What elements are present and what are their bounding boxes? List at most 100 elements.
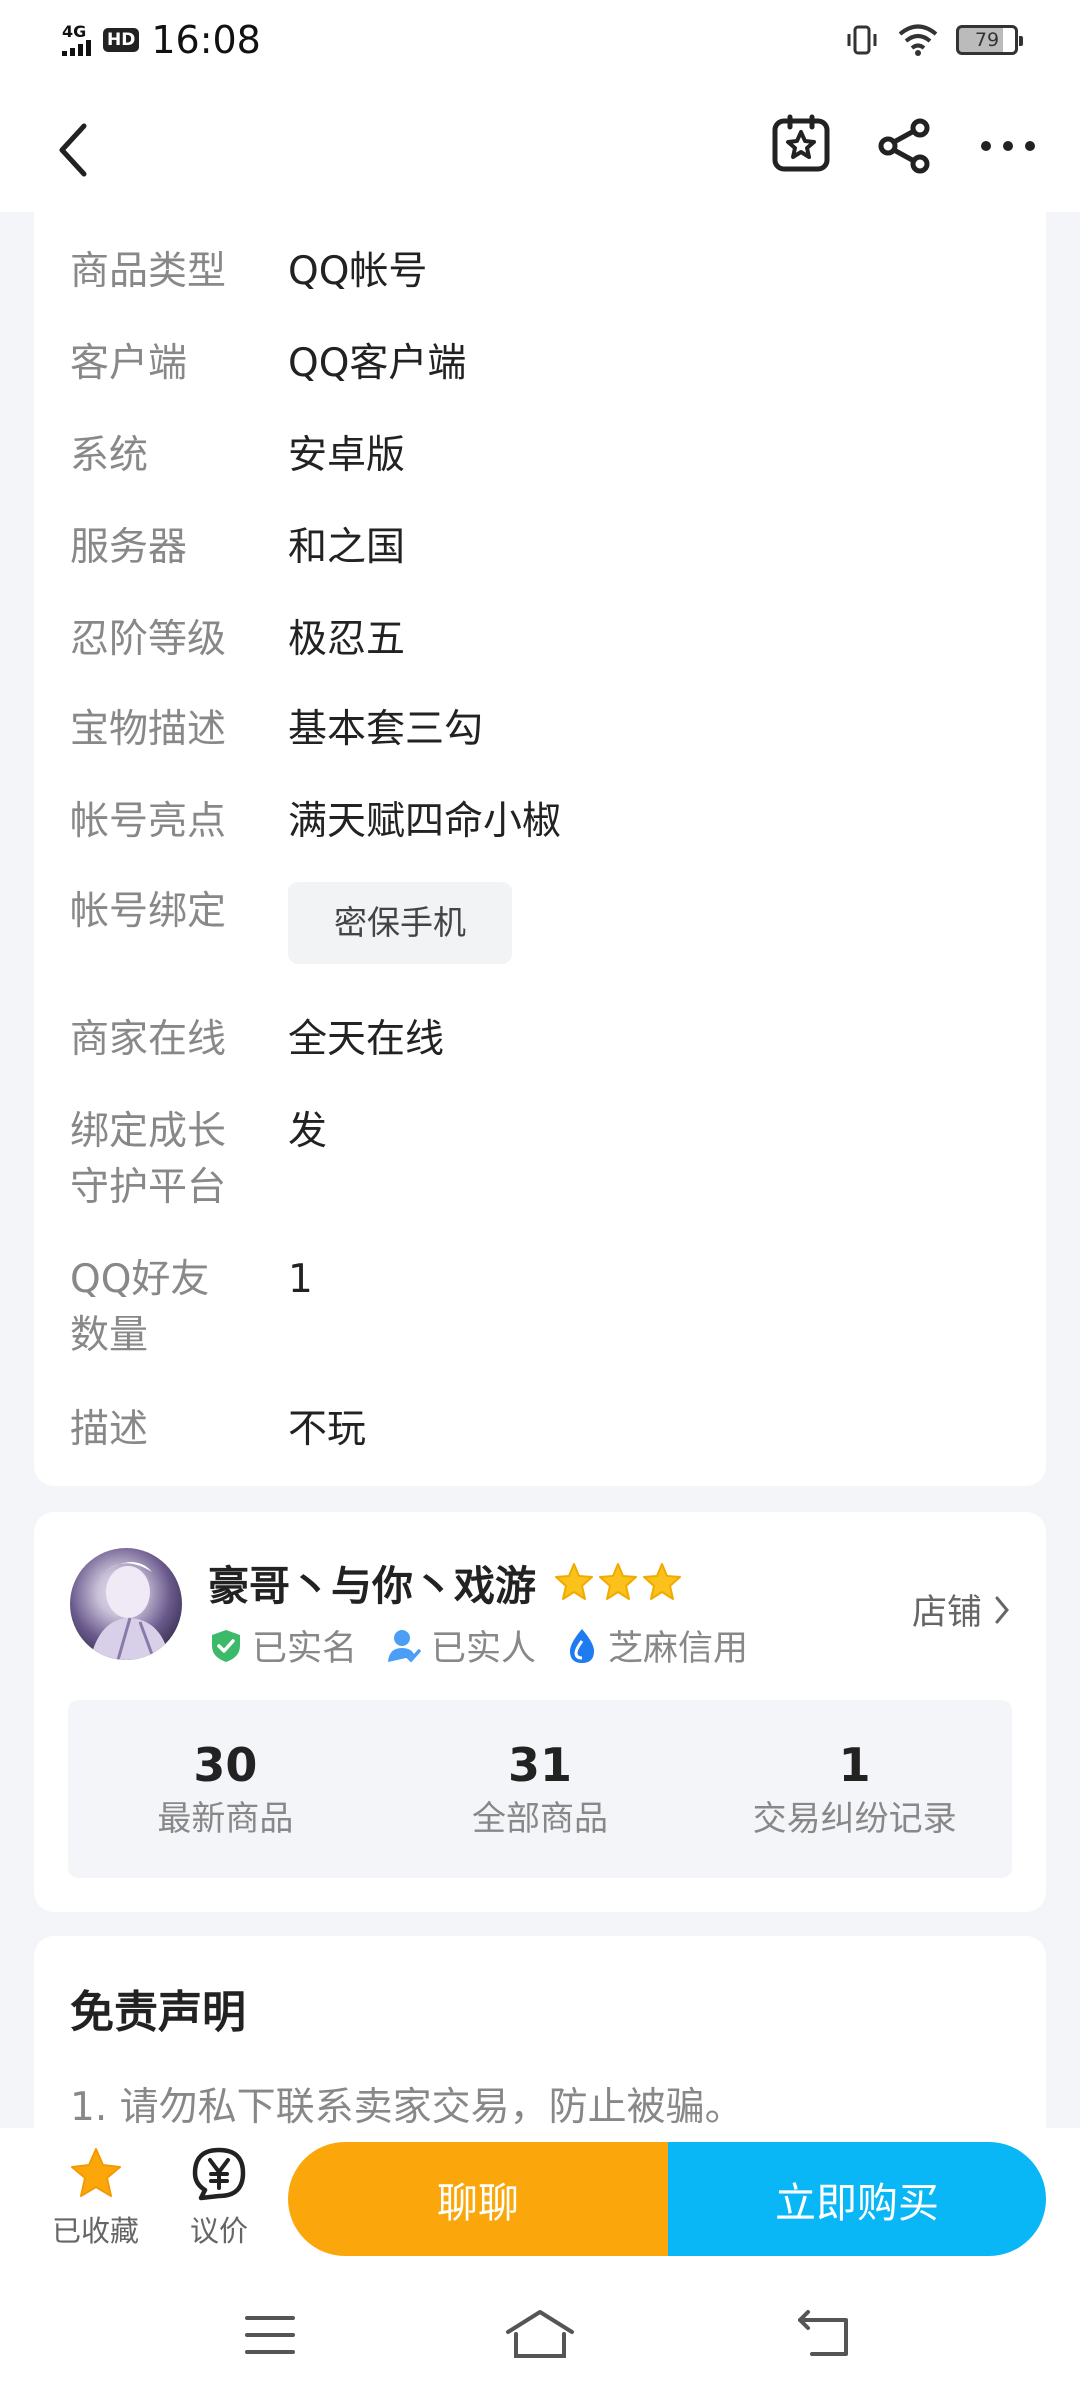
- battery-level: 79: [974, 29, 1000, 51]
- seller-name: 豪哥丶与你丶戏游: [208, 1562, 536, 1610]
- battery-icon: 79: [956, 25, 1023, 55]
- detail-label: 系统: [70, 433, 149, 478]
- shop-link-label: 店铺: [911, 1593, 982, 1633]
- detail-label: 绑定成长: [70, 1109, 227, 1154]
- back-icon[interactable]: [796, 2310, 852, 2358]
- detail-row: 帐号绑定 密保手机: [70, 882, 512, 964]
- stat-number: 30: [193, 1738, 258, 1792]
- menu-icon[interactable]: [244, 2312, 296, 2358]
- detail-value: 满天赋四命小椒: [288, 799, 562, 844]
- wifi-icon: [898, 24, 938, 56]
- detail-value: QQ帐号: [288, 249, 428, 294]
- sesame-credit-icon: [570, 1628, 595, 1663]
- badge-real-name: 已实名: [210, 1620, 357, 1671]
- detail-value: 不玩: [288, 1407, 367, 1452]
- detail-label: 商品类型: [70, 249, 227, 294]
- detail-value: 1: [288, 1257, 313, 1302]
- top-nav-bar: [0, 80, 1080, 212]
- product-details-card: 商品类型 QQ帐号 客户端 QQ客户端 系统 安卓版 服务器 和之国 忍阶等级 极忍五 宝…: [34, 212, 1046, 1486]
- buy-now-button[interactable]: 立即购买: [668, 2142, 1046, 2256]
- detail-label: 描述: [70, 1407, 149, 1452]
- binding-tag: 密保手机: [288, 882, 512, 964]
- stat-label: 全部商品: [472, 1799, 608, 1839]
- detail-row: 帐号亮点 满天赋四命小椒: [70, 794, 561, 850]
- badge-label: 芝麻信用: [608, 1629, 749, 1669]
- detail-label: 数量: [70, 1313, 149, 1358]
- shop-link[interactable]: 店铺: [912, 1584, 1010, 1635]
- network-type: 4G: [62, 22, 87, 41]
- seller-rating: [554, 1562, 682, 1602]
- clock: 16:08: [151, 18, 261, 62]
- stat-all-items[interactable]: 31 全部商品: [383, 1700, 698, 1878]
- share-icon[interactable]: [876, 118, 932, 174]
- detail-row: 商家在线 全天在线: [70, 1012, 444, 1068]
- detail-row: 绑定成长守护平台 发: [70, 1104, 327, 1216]
- detail-value: 发: [288, 1109, 328, 1154]
- seller-card: 豪哥丶与你丶戏游 已实名 已实人 芝麻信用 店铺 30 最新商品 31 全部商品 1…: [34, 1512, 1046, 1912]
- system-nav-bar: [0, 2268, 1080, 2400]
- person-check-icon: [388, 1629, 421, 1663]
- detail-label: 忍阶等级: [70, 617, 227, 662]
- star-icon: [599, 1563, 637, 1600]
- detail-value: QQ客户端: [288, 341, 467, 386]
- vibrate-icon: [847, 25, 877, 55]
- favorited-button[interactable]: 已收藏: [52, 2146, 139, 2250]
- seller-name-row: 豪哥丶与你丶戏游: [208, 1552, 682, 1612]
- stat-label: 交易纠纷记录: [752, 1799, 957, 1839]
- status-bar: 4G HD 16:08 79: [0, 0, 1080, 80]
- bargain-button[interactable]: 议价: [190, 2146, 248, 2250]
- signal-icon: 4G: [62, 24, 91, 56]
- hd-icon: HD: [103, 28, 140, 52]
- stat-latest-items[interactable]: 30 最新商品: [68, 1700, 383, 1878]
- more-options-icon[interactable]: [978, 118, 1038, 174]
- detail-label: 帐号绑定: [70, 889, 227, 934]
- detail-row: 系统 安卓版: [70, 428, 405, 484]
- bottom-action-bar: 已收藏 议价 聊聊 立即购买: [0, 2128, 1080, 2268]
- badge-real-person: 已实人: [387, 1620, 536, 1671]
- bargain-yuan-icon: [192, 2147, 246, 2201]
- badge-label: 已实名: [252, 1629, 358, 1669]
- bargain-label: 议价: [190, 2214, 249, 2248]
- detail-row: 忍阶等级 极忍五: [70, 612, 405, 668]
- badge-label: 已实人: [431, 1629, 537, 1669]
- detail-value: 全天在线: [288, 1017, 445, 1062]
- detail-label: 宝物描述: [70, 707, 227, 752]
- badge-sesame-credit: 芝麻信用: [566, 1620, 748, 1671]
- detail-label: 服务器: [70, 525, 188, 570]
- detail-row: 服务器 和之国: [70, 520, 405, 576]
- stat-dispute-records[interactable]: 1 交易纠纷记录: [697, 1700, 1012, 1878]
- favorited-label: 已收藏: [52, 2214, 140, 2248]
- detail-value: 基本套三勾: [288, 707, 484, 752]
- detail-value: 极忍五: [288, 617, 406, 662]
- stat-label: 最新商品: [157, 1799, 294, 1839]
- disclaimer-text: 1. 请勿私下联系卖家交易，防止被骗。: [70, 2085, 744, 2130]
- disclaimer-title: 免责声明: [70, 1987, 246, 2038]
- stat-number: 1: [838, 1738, 871, 1792]
- verification-badges: 已实名 已实人 芝麻信用: [210, 1620, 748, 1671]
- star-icon: [643, 1563, 681, 1600]
- favorite-star-icon[interactable]: [770, 112, 832, 174]
- detail-row: 客户端 QQ客户端: [70, 336, 466, 392]
- detail-row: 描述 不玩: [70, 1402, 366, 1458]
- back-arrow-icon[interactable]: [50, 120, 98, 180]
- detail-label: QQ好友: [70, 1257, 210, 1302]
- detail-value: 安卓版: [288, 433, 406, 478]
- star-icon: [555, 1563, 593, 1600]
- detail-label: 客户端: [70, 341, 188, 386]
- detail-label: 帐号亮点: [70, 799, 227, 844]
- disclaimer-card: 免责声明 1. 请勿私下联系卖家交易，防止被骗。: [34, 1936, 1046, 2136]
- detail-label: 商家在线: [70, 1017, 227, 1062]
- home-icon[interactable]: [504, 2308, 576, 2360]
- detail-row: 宝物描述 基本套三勾: [70, 702, 483, 758]
- detail-label: 守护平台: [70, 1165, 227, 1210]
- shield-check-icon: [212, 1629, 240, 1662]
- detail-value: 和之国: [288, 525, 406, 570]
- seller-avatar[interactable]: [70, 1548, 182, 1660]
- detail-row: 商品类型 QQ帐号: [70, 244, 427, 300]
- chat-button[interactable]: 聊聊: [288, 2142, 668, 2256]
- stat-number: 31: [508, 1738, 573, 1792]
- detail-row: QQ好友数量 1: [70, 1252, 313, 1364]
- chevron-right-icon: [995, 1596, 1009, 1623]
- seller-stats: 30 最新商品 31 全部商品 1 交易纠纷记录: [68, 1700, 1012, 1878]
- star-filled-icon: [70, 2148, 121, 2197]
